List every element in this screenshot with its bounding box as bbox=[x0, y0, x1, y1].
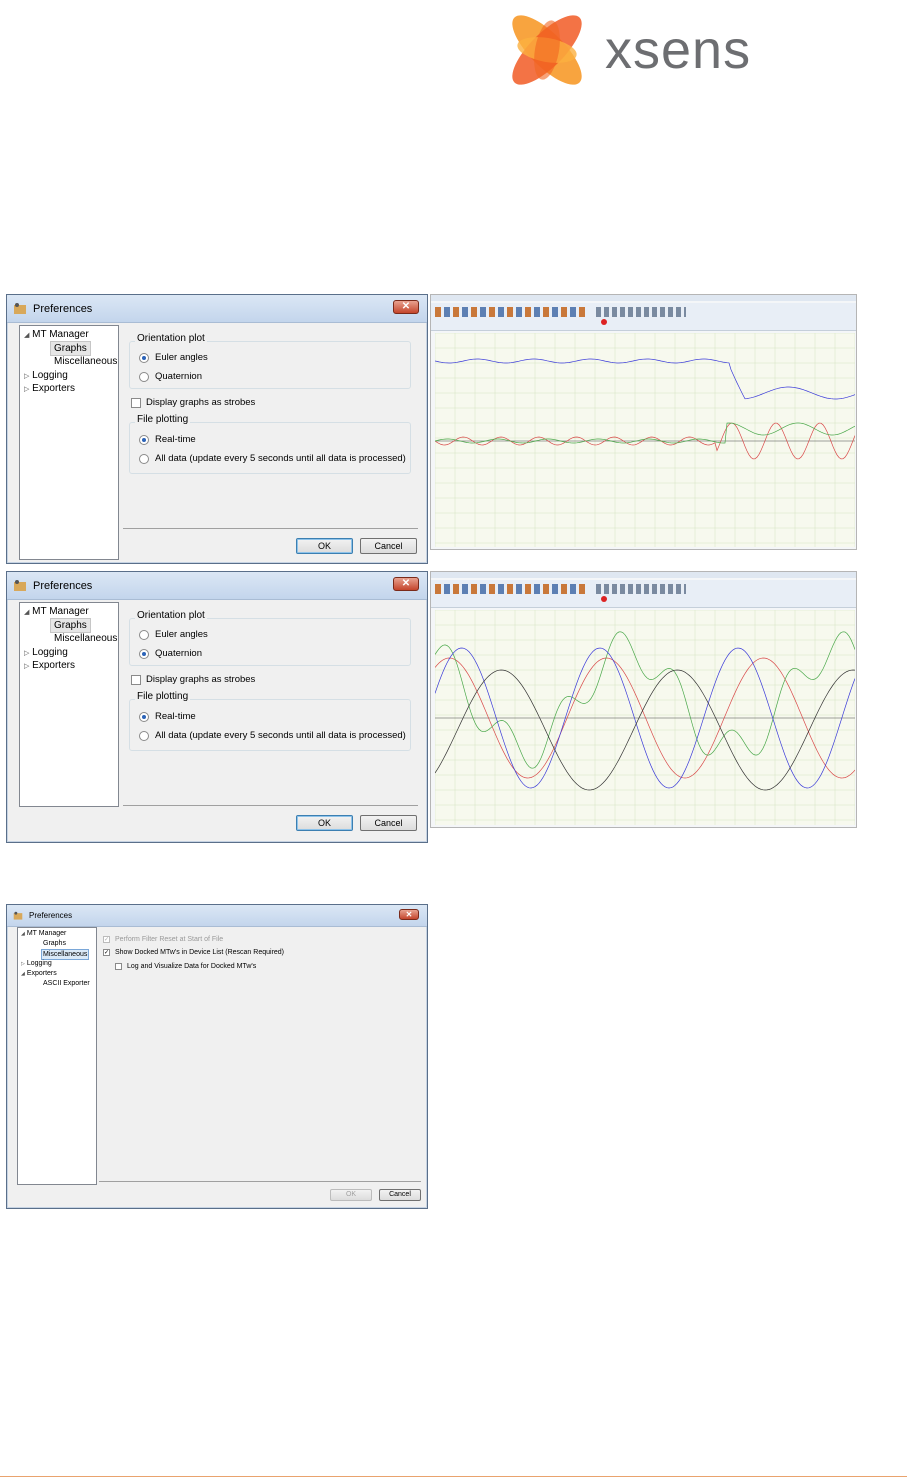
tree-item-mt-manager[interactable]: ◢ MT Manager bbox=[24, 328, 89, 342]
euler-angles-radio[interactable]: Euler angles bbox=[139, 352, 208, 363]
strobes-checkbox[interactable]: Display graphs as strobes bbox=[131, 397, 255, 408]
tree-item-logging[interactable]: ▷ Logging bbox=[21, 959, 52, 969]
file-plotting-label: File plotting bbox=[135, 691, 191, 702]
expanded-arrow-icon: ◢ bbox=[24, 609, 30, 616]
app-icon bbox=[13, 911, 23, 920]
app-toolbar bbox=[431, 580, 856, 608]
orientation-plot-label: Orientation plot bbox=[135, 610, 207, 621]
cancel-button[interactable]: Cancel bbox=[360, 815, 417, 831]
realtime-radio[interactable]: Real-time bbox=[139, 711, 196, 722]
tree-item-logging[interactable]: ▷ Logging bbox=[24, 646, 68, 660]
tree-item-ascii-exporter[interactable]: ASCII Exporter bbox=[43, 979, 90, 989]
tree-item-graphs[interactable]: Graphs bbox=[50, 618, 91, 633]
preferences-tree: ◢ MT Manager Graphs Miscellaneous ▷ Logg… bbox=[17, 927, 97, 1185]
filter-reset-checkbox[interactable]: ✓ Perform Filter Reset at Start of File bbox=[103, 936, 223, 943]
expanded-arrow-icon: ◢ bbox=[21, 971, 25, 977]
tree-item-miscellaneous[interactable]: Miscellaneous bbox=[54, 632, 117, 645]
mt-manager-screenshot-euler bbox=[430, 294, 857, 550]
dialog-titlebar: Preferences bbox=[7, 295, 427, 323]
tree-item-logging[interactable]: ▷ Logging bbox=[24, 369, 68, 383]
footer-rule bbox=[0, 1476, 907, 1477]
app-icon bbox=[14, 579, 26, 591]
tree-item-exporters[interactable]: ◢ Exporters bbox=[21, 969, 57, 979]
euler-angles-radio[interactable]: Euler angles bbox=[139, 629, 208, 640]
app-toolbar bbox=[431, 303, 856, 331]
realtime-radio[interactable]: Real-time bbox=[139, 434, 196, 445]
orientation-plot-label: Orientation plot bbox=[135, 333, 207, 344]
xsens-logo: xsens bbox=[512, 15, 751, 85]
collapsed-arrow-icon: ▷ bbox=[21, 961, 25, 967]
tree-item-mt-manager[interactable]: ◢ MT Manager bbox=[21, 929, 66, 939]
quaternion-plot bbox=[435, 610, 855, 825]
xsens-wordmark: xsens bbox=[605, 20, 751, 80]
collapsed-arrow-icon: ▷ bbox=[24, 650, 30, 657]
tree-item-exporters[interactable]: ▷ Exporters bbox=[24, 382, 75, 396]
cancel-button[interactable]: Cancel bbox=[360, 538, 417, 554]
strobes-checkbox[interactable]: Display graphs as strobes bbox=[131, 674, 255, 685]
expanded-arrow-icon: ◢ bbox=[21, 931, 25, 937]
close-button[interactable]: ✕ bbox=[393, 300, 419, 314]
dialog-title: Preferences bbox=[33, 579, 93, 592]
all-data-radio[interactable]: All data (update every 5 seconds until a… bbox=[139, 453, 406, 464]
close-button[interactable]: ✕ bbox=[393, 577, 419, 591]
ok-button[interactable]: OK bbox=[296, 815, 353, 831]
all-data-radio[interactable]: All data (update every 5 seconds until a… bbox=[139, 730, 406, 741]
collapsed-arrow-icon: ▷ bbox=[24, 373, 30, 380]
dialog-title: Preferences bbox=[29, 911, 73, 920]
euler-angles-plot bbox=[435, 333, 855, 547]
tree-item-miscellaneous[interactable]: Miscellaneous bbox=[54, 355, 117, 368]
file-plotting-group bbox=[129, 422, 411, 474]
preferences-dialog-miscellaneous: Preferences ✕ ◢ MT Manager Graphs Miscel… bbox=[6, 904, 428, 1209]
quaternion-radio[interactable]: Quaternion bbox=[139, 648, 202, 659]
expanded-arrow-icon: ◢ bbox=[24, 332, 30, 339]
collapsed-arrow-icon: ▷ bbox=[24, 663, 30, 670]
file-plotting-group bbox=[129, 699, 411, 751]
show-docked-checkbox[interactable]: ✓ Show Docked MTw's in Device List (Resca… bbox=[103, 949, 284, 956]
ok-button[interactable]: OK bbox=[330, 1189, 372, 1201]
app-icon bbox=[14, 302, 26, 314]
preferences-tree: ◢ MT Manager Graphs Miscellaneous ▷ Logg… bbox=[19, 325, 119, 560]
file-plotting-label: File plotting bbox=[135, 414, 191, 425]
tree-item-exporters[interactable]: ▷ Exporters bbox=[24, 659, 75, 673]
log-docked-checkbox[interactable]: Log and Visualize Data for Docked MTw's bbox=[115, 963, 256, 970]
mt-manager-screenshot-quaternion bbox=[430, 571, 857, 828]
tree-item-mt-manager[interactable]: ◢ MT Manager bbox=[24, 605, 89, 619]
preferences-tree: ◢ MT Manager Graphs Miscellaneous ▷ Logg… bbox=[19, 602, 119, 807]
preferences-dialog-euler: Preferences ✕ ◢ MT Manager Graphs Miscel… bbox=[6, 294, 428, 564]
preferences-dialog-quaternion: Preferences ✕ ◢ MT Manager Graphs Miscel… bbox=[6, 571, 428, 843]
tree-item-graphs[interactable]: Graphs bbox=[43, 939, 66, 949]
close-button[interactable]: ✕ bbox=[399, 909, 419, 920]
cancel-button[interactable]: Cancel bbox=[379, 1189, 421, 1201]
dialog-title: Preferences bbox=[33, 302, 93, 315]
tree-item-graphs[interactable]: Graphs bbox=[50, 341, 91, 356]
ok-button[interactable]: OK bbox=[296, 538, 353, 554]
collapsed-arrow-icon: ▷ bbox=[24, 386, 30, 393]
dialog-titlebar: Preferences bbox=[7, 572, 427, 600]
dialog-titlebar: Preferences bbox=[7, 905, 427, 927]
quaternion-radio[interactable]: Quaternion bbox=[139, 371, 202, 382]
